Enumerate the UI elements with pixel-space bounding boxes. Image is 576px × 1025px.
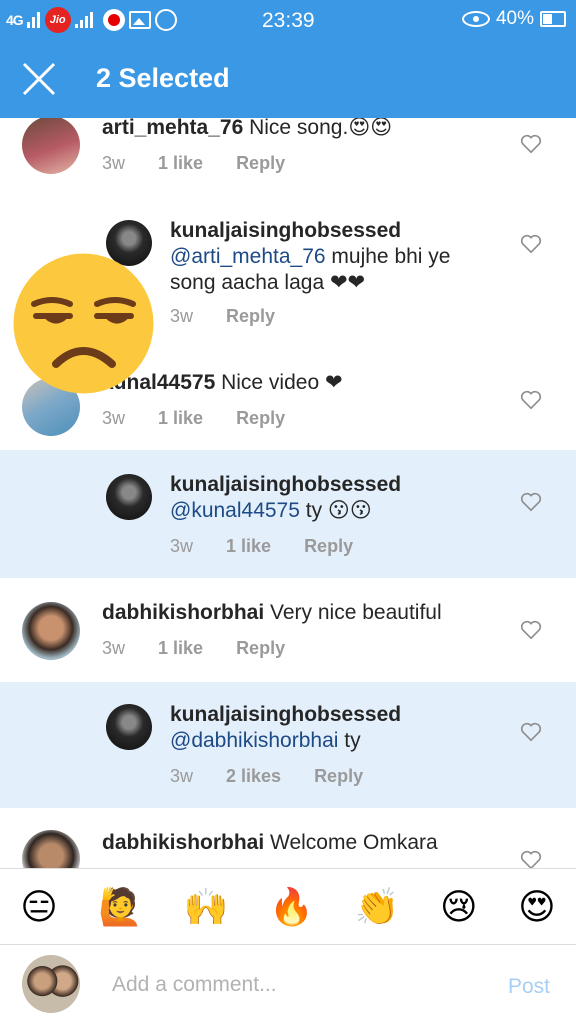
- comment-composer: Post: [0, 944, 576, 1025]
- comment-time: 3w: [102, 638, 126, 658]
- avatar[interactable]: [106, 474, 152, 520]
- comment-body: ty: [338, 729, 361, 752]
- comment-body: Nice video ❤: [215, 371, 343, 394]
- reply-button[interactable]: Reply: [314, 766, 363, 787]
- mention-link[interactable]: @dabhikishorbhai: [170, 729, 338, 752]
- network-type: 4G: [6, 12, 24, 28]
- comment-emoji: 😍😍: [348, 118, 393, 139]
- signal-icon: [26, 12, 40, 28]
- comment-text: dabhikishorbhai Very nice beautiful: [102, 600, 522, 626]
- comment-username[interactable]: arti_mehta_76: [102, 118, 243, 139]
- status-icons-left: 4G Jio: [6, 6, 177, 34]
- comment-body: Welcome Omkara: [264, 831, 438, 854]
- vodafone-icon: [102, 9, 125, 31]
- comment-username[interactable]: dabhikishorbhai: [102, 831, 264, 854]
- status-bar: 4G Jio 23:39 40%: [0, 0, 576, 40]
- comment-text: arti_mehta_76 Nice song.😍😍: [102, 118, 522, 141]
- jio-icon: Jio: [44, 7, 71, 33]
- reply-button[interactable]: Reply: [236, 408, 285, 429]
- heart-eyes-emoji-button[interactable]: 😍: [518, 887, 556, 927]
- comment-meta: 3w 1 like Reply: [102, 153, 318, 174]
- raised-hands-emoji-button[interactable]: 🙌: [184, 887, 229, 927]
- comment-meta: 3w 1 like Reply: [170, 536, 386, 557]
- like-heart-icon[interactable]: [520, 722, 542, 742]
- mention-link[interactable]: @kunal44575: [170, 499, 300, 522]
- like-heart-icon[interactable]: [520, 850, 542, 868]
- whatsapp-icon: [154, 9, 177, 31]
- comment-row[interactable]: dabhikishorbhai Welcome Omkara: [0, 808, 576, 868]
- gallery-icon: [128, 11, 151, 29]
- avatar[interactable]: [106, 704, 152, 750]
- comment-input[interactable]: [112, 973, 482, 997]
- comment-row-selected[interactable]: kunaljaisinghobsessed @dabhikishorbhai t…: [0, 682, 576, 808]
- comment-time: 3w: [102, 408, 126, 428]
- post-button[interactable]: Post: [508, 975, 550, 999]
- eye-comfort-icon: [461, 11, 490, 27]
- emoji-quick-bar: 😑 🙋 🙌 🔥 👏 😢 😍: [0, 868, 576, 945]
- selection-action-bar: 2 Selected: [0, 40, 576, 118]
- comment-time: 3w: [170, 306, 194, 326]
- reply-button[interactable]: Reply: [226, 306, 275, 327]
- like-heart-icon[interactable]: [520, 234, 542, 254]
- comment-username[interactable]: kunaljaisinghobsessed: [170, 703, 401, 726]
- selection-count-title: 2 Selected: [96, 63, 230, 93]
- comment-body: ty 😗😗: [299, 499, 372, 522]
- comment-text: kunaljaisinghobsessed @arti_mehta_76 muj…: [170, 218, 490, 296]
- status-icons-right: 40%: [461, 8, 566, 30]
- like-heart-icon[interactable]: [520, 492, 542, 512]
- comment-meta: 3w 2 likes Reply: [170, 766, 396, 787]
- unamused-face-sticker-icon: [13, 253, 154, 394]
- comment-text: kunaljaisinghobsessed @kunal44575 ty 😗😗: [170, 472, 490, 524]
- comment-likes[interactable]: 1 like: [158, 408, 203, 429]
- fire-emoji-button[interactable]: 🔥: [269, 887, 314, 927]
- comment-meta: 3w 1 like Reply: [102, 638, 318, 659]
- like-heart-icon[interactable]: [520, 620, 542, 640]
- like-heart-icon[interactable]: [520, 134, 542, 154]
- comment-time: 3w: [102, 153, 126, 173]
- comment-time: 3w: [170, 536, 194, 556]
- comment-row-selected[interactable]: kunaljaisinghobsessed @kunal44575 ty 😗😗 …: [0, 450, 576, 578]
- clapping-emoji-button[interactable]: 👏: [355, 887, 400, 927]
- comment-username[interactable]: kunaljaisinghobsessed: [170, 219, 401, 242]
- comment-meta: 3w Reply: [170, 306, 308, 327]
- comment-likes[interactable]: 1 like: [158, 638, 203, 659]
- signal-2-icon: [74, 12, 93, 28]
- comment-body: Nice song.: [243, 118, 349, 139]
- comment-text: kunaljaisinghobsessed @dabhikishorbhai t…: [170, 702, 490, 754]
- comment-username[interactable]: dabhikishorbhai: [102, 601, 264, 624]
- battery-icon: [540, 11, 566, 27]
- like-heart-icon[interactable]: [520, 390, 542, 410]
- avatar[interactable]: [22, 118, 80, 174]
- comment-username[interactable]: kunaljaisinghobsessed: [170, 473, 401, 496]
- comment-text: kunal44575 Nice video ❤: [102, 370, 522, 396]
- comment-text: dabhikishorbhai Welcome Omkara: [102, 830, 522, 856]
- comment-row[interactable]: arti_mehta_76 Nice song.😍😍 3w 1 like Rep…: [0, 118, 576, 206]
- crying-emoji-button[interactable]: 😢: [440, 887, 478, 927]
- battery-percent: 40%: [495, 8, 534, 29]
- raising-hand-emoji-button[interactable]: 🙋: [98, 887, 143, 927]
- reply-button[interactable]: Reply: [236, 153, 285, 174]
- close-icon[interactable]: [18, 58, 60, 100]
- current-user-avatar: [22, 955, 80, 1013]
- expressionless-emoji-button[interactable]: 😑: [20, 887, 58, 927]
- avatar[interactable]: [22, 830, 80, 868]
- mention-link[interactable]: @arti_mehta_76: [170, 245, 326, 268]
- clock: 23:39: [262, 9, 315, 32]
- comment-body: Very nice beautiful: [264, 601, 442, 624]
- comment-likes[interactable]: 1 like: [226, 536, 271, 557]
- reply-button[interactable]: Reply: [236, 638, 285, 659]
- comment-row[interactable]: dabhikishorbhai Very nice beautiful 3w 1…: [0, 578, 576, 682]
- reply-button[interactable]: Reply: [304, 536, 353, 557]
- avatar[interactable]: [22, 602, 80, 660]
- comments-list[interactable]: arti_mehta_76 Nice song.😍😍 3w 1 like Rep…: [0, 118, 576, 868]
- comment-time: 3w: [170, 766, 194, 786]
- comment-meta: 3w 1 like Reply: [102, 408, 318, 429]
- comment-likes[interactable]: 1 like: [158, 153, 203, 174]
- comment-likes[interactable]: 2 likes: [226, 766, 281, 787]
